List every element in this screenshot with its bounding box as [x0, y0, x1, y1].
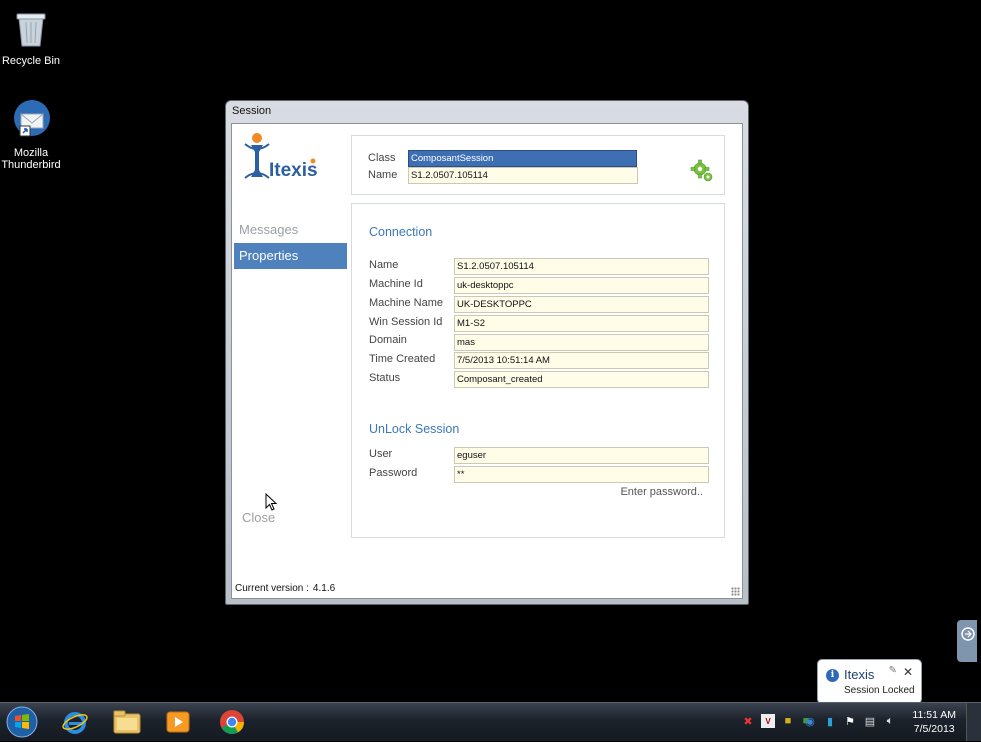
properties-panel: Connection Name S1.2.0507.105114 Machine…	[351, 203, 725, 538]
windows-logo-icon	[6, 706, 38, 738]
window-client: Itexis Messages Properties Close Class C…	[231, 123, 743, 599]
conn-field-status[interactable]: Composant_created	[454, 371, 709, 388]
mouse-cursor-icon	[265, 493, 277, 511]
tray-acrobat-icon[interactable]: ✖	[741, 714, 755, 728]
tray-vk-icon[interactable]: V	[761, 714, 775, 728]
taskbar-clock[interactable]: 11:51 AM 7/5/2013	[912, 708, 956, 736]
conn-label-status: Status	[369, 372, 401, 384]
conn-label-domain: Domain	[369, 334, 407, 346]
media-player-icon	[166, 711, 190, 733]
show-desktop-button[interactable]	[966, 703, 981, 741]
window-title: Session	[232, 105, 272, 117]
notification-balloon[interactable]: i Itexis Session Locked ✎ ✕	[817, 659, 922, 710]
taskbar-chrome[interactable]	[212, 705, 252, 739]
desktop-icon-label: Recycle Bin	[1, 55, 61, 67]
tray-volume-icon[interactable]: 🔈︎	[883, 714, 897, 728]
conn-label-machine-name: Machine Name	[369, 297, 443, 309]
conn-field-domain[interactable]: mas	[454, 334, 709, 351]
notification-title: Itexis	[844, 667, 875, 682]
resize-grip[interactable]	[731, 587, 740, 596]
gear-icon[interactable]	[690, 158, 716, 187]
class-label: Class	[368, 152, 396, 164]
taskbar-internet-explorer[interactable]	[55, 705, 95, 739]
unlock-title: UnLock Session	[369, 422, 460, 436]
conn-field-machine-id[interactable]: uk-desktoppc	[454, 277, 709, 294]
name-label: Name	[368, 169, 398, 181]
svg-text:Itexis: Itexis	[269, 160, 318, 181]
tray-shield-icon[interactable]: ■	[781, 714, 795, 728]
password-label: Password	[369, 467, 418, 479]
conn-field-name[interactable]: S1.2.0507.105114	[454, 258, 709, 275]
chrome-icon	[220, 710, 244, 735]
info-icon: i	[826, 669, 839, 682]
tray-flag-icon[interactable]: ⚑	[843, 714, 857, 728]
tray-itexis-icon[interactable]: ▮	[823, 714, 837, 728]
clock-time: 11:51 AM	[912, 709, 956, 721]
conn-label-machine-id: Machine Id	[369, 278, 423, 290]
side-panel-handle[interactable]	[957, 620, 977, 662]
desktop-icon-label: Mozilla Thunderbird	[1, 147, 61, 171]
connection-title: Connection	[369, 225, 433, 239]
desktop-icon-thunderbird[interactable]: Mozilla Thunderbird	[0, 98, 66, 171]
notification-message: Session Locked	[844, 685, 915, 696]
clock-date: 7/5/2013	[913, 723, 955, 735]
user-field[interactable]: eguser	[454, 447, 709, 464]
version-info: Current version :4.1.6	[235, 583, 335, 594]
enter-password-hint: Enter password..	[620, 486, 703, 498]
close-button[interactable]: Close	[242, 510, 275, 525]
conn-label-win-session-id: Win Session Id	[369, 316, 443, 328]
nav-properties[interactable]: Properties	[234, 243, 347, 269]
nav-messages[interactable]: Messages	[234, 217, 347, 243]
tray-network-globe-icon[interactable]: ◉	[803, 714, 817, 728]
session-window: Session Itexis Messages Properties Close…	[225, 100, 749, 605]
close-icon[interactable]: ✕	[903, 665, 913, 679]
itexis-logo: Itexis	[243, 132, 329, 186]
thunderbird-icon	[0, 98, 66, 143]
start-button[interactable]	[4, 705, 40, 739]
conn-field-machine-name[interactable]: UK-DESKTOPPC	[454, 296, 709, 313]
version-label: Current version :	[235, 583, 309, 594]
taskbar-media-player[interactable]	[158, 705, 198, 739]
version-value: 4.1.6	[312, 583, 336, 594]
password-field[interactable]: **	[454, 466, 709, 483]
class-panel: Class ComposantSession Name S1.2.0507.10…	[351, 135, 725, 195]
recycle-bin-icon	[0, 10, 66, 51]
pin-icon[interactable]: ✎	[889, 665, 897, 676]
internet-explorer-icon	[62, 712, 88, 734]
conn-field-win-session-id[interactable]: M1-S2	[454, 315, 709, 332]
file-explorer-icon	[113, 710, 141, 734]
user-label: User	[369, 448, 393, 460]
conn-label-time-created: Time Created	[369, 353, 436, 365]
conn-field-time-created[interactable]: 7/5/2013 10:51:14 AM	[454, 352, 709, 369]
class-field[interactable]: ComposantSession	[408, 150, 637, 167]
taskbar: ✖ V ■ ■ ◉ ▮ ⚑ ▤ 🔈︎ 11:51 AM 7/5/2013	[0, 702, 981, 741]
conn-label-name: Name	[369, 259, 399, 271]
desktop-icon-recycle-bin[interactable]: Recycle Bin	[0, 10, 66, 67]
name-field[interactable]: S1.2.0507.105114	[408, 167, 638, 184]
taskbar-file-explorer[interactable]	[107, 705, 147, 739]
tray-network-icon[interactable]: ▤	[863, 714, 877, 728]
